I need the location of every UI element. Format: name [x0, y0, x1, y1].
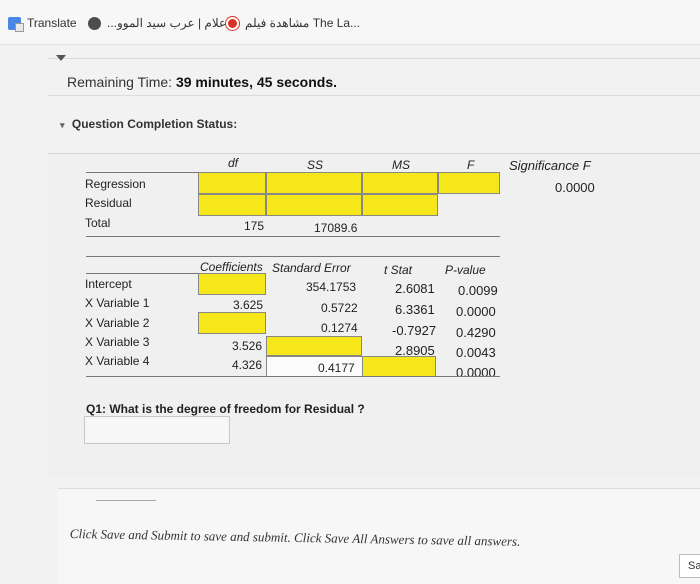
- x2-p: 0.4290: [456, 325, 496, 340]
- col-ss: SS: [307, 158, 324, 172]
- intercept-se: 354.1753: [306, 280, 357, 294]
- x3-t: 2.8905: [395, 343, 435, 358]
- row-residual: Residual: [85, 196, 132, 210]
- question-completion-status-label: Question Completion Status:: [71, 117, 238, 131]
- col-p-value: P-value: [445, 263, 486, 277]
- bookmark-news-label: اعلام | عرب سيد الموو...: [107, 16, 230, 30]
- intercept-coefficient-cell[interactable]: [198, 273, 266, 295]
- bookmark-news[interactable]: اعلام | عرب سيد الموو...: [88, 15, 230, 31]
- bookmark-video[interactable]: مشاهدة فيلم The La...: [226, 15, 360, 31]
- remaining-time: Remaining Time: 39 minutes, 45 seconds.: [67, 74, 337, 90]
- bookmark-video-label: مشاهدة فيلم The La...: [245, 16, 361, 30]
- intercept-p: 0.0099: [458, 283, 498, 298]
- chevron-down-icon: ▾: [60, 120, 65, 130]
- col-standard-error: Standard Error: [272, 261, 351, 275]
- table-rule: [86, 172, 198, 173]
- col-f: F: [467, 158, 475, 172]
- x1-se: 0.5722: [321, 301, 358, 315]
- regression-ss-cell[interactable]: [266, 172, 362, 194]
- save-and-submit-button[interactable]: Sa: [679, 554, 700, 578]
- table-rule: [86, 256, 500, 257]
- remaining-time-label: Remaining Time:: [67, 74, 173, 90]
- site-icon: [88, 16, 101, 30]
- row-x-variable-2: X Variable 2: [85, 316, 150, 330]
- divider: [96, 500, 156, 501]
- col-t-stat: t Stat: [384, 263, 413, 277]
- x3-p: 0.0043: [456, 345, 496, 360]
- x2-coefficient-cell[interactable]: [198, 312, 266, 334]
- question-completion-status[interactable]: ▾ Question Completion Status:: [60, 117, 237, 131]
- bookmark-translate-label: Translate: [27, 16, 77, 30]
- significance-f-value: 0.0000: [555, 180, 595, 195]
- row-x-variable-1: X Variable 1: [85, 296, 150, 310]
- residual-ms-cell[interactable]: [362, 194, 438, 216]
- col-df: df: [228, 156, 239, 170]
- residual-df-cell[interactable]: [198, 194, 266, 216]
- row-intercept: Intercept: [85, 277, 132, 291]
- bookmark-translate[interactable]: Translate: [8, 15, 77, 32]
- intercept-t: 2.6081: [395, 281, 435, 296]
- col-coefficients: Coefficients: [200, 260, 263, 274]
- table-rule: [86, 273, 198, 274]
- divider: [48, 95, 700, 96]
- row-regression: Regression: [85, 177, 146, 191]
- row-total: Total: [85, 216, 111, 230]
- x4-p: 0.0000: [456, 365, 496, 380]
- regression-f-cell[interactable]: [438, 172, 500, 194]
- table-rule: [86, 376, 500, 377]
- x1-coefficient: 3.625: [233, 298, 264, 312]
- x3-standard-error-cell[interactable]: [266, 336, 362, 356]
- play-icon: [226, 16, 239, 30]
- col-significance-f: Significance F: [509, 158, 591, 173]
- translate-icon: [8, 16, 24, 32]
- remaining-time-value: 39 minutes, 45 seconds.: [175, 74, 338, 90]
- divider: [48, 58, 700, 59]
- residual-ss-cell[interactable]: [266, 194, 362, 216]
- row-x-variable-4: X Variable 4: [85, 354, 150, 368]
- x1-p: 0.0000: [456, 304, 496, 319]
- x2-t: -0.7927: [392, 323, 437, 338]
- answer-input[interactable]: [84, 416, 230, 444]
- x4-t-stat-cell[interactable]: [362, 356, 436, 377]
- total-df-value: 175: [244, 219, 265, 233]
- x4-coefficient: 4.326: [232, 358, 263, 372]
- x1-t: 6.3361: [395, 302, 435, 317]
- table-rule: [86, 236, 500, 237]
- question-text: Q1: What is the degree of freedom for Re…: [86, 402, 365, 416]
- row-x-variable-3: X Variable 3: [85, 335, 150, 349]
- x4-se: 0.4177: [318, 361, 355, 375]
- x2-se: 0.1274: [321, 321, 358, 335]
- bookmarks-bar: Translate اعلام | عرب سيد الموو... مشاهد…: [0, 0, 700, 45]
- regression-df-cell[interactable]: [198, 172, 266, 194]
- regression-ms-cell[interactable]: [362, 172, 438, 194]
- total-ss-value: 17089.6: [314, 221, 358, 235]
- x3-coefficient: 3.526: [232, 339, 263, 353]
- col-ms: MS: [392, 158, 410, 172]
- caret-down-icon[interactable]: [56, 55, 66, 61]
